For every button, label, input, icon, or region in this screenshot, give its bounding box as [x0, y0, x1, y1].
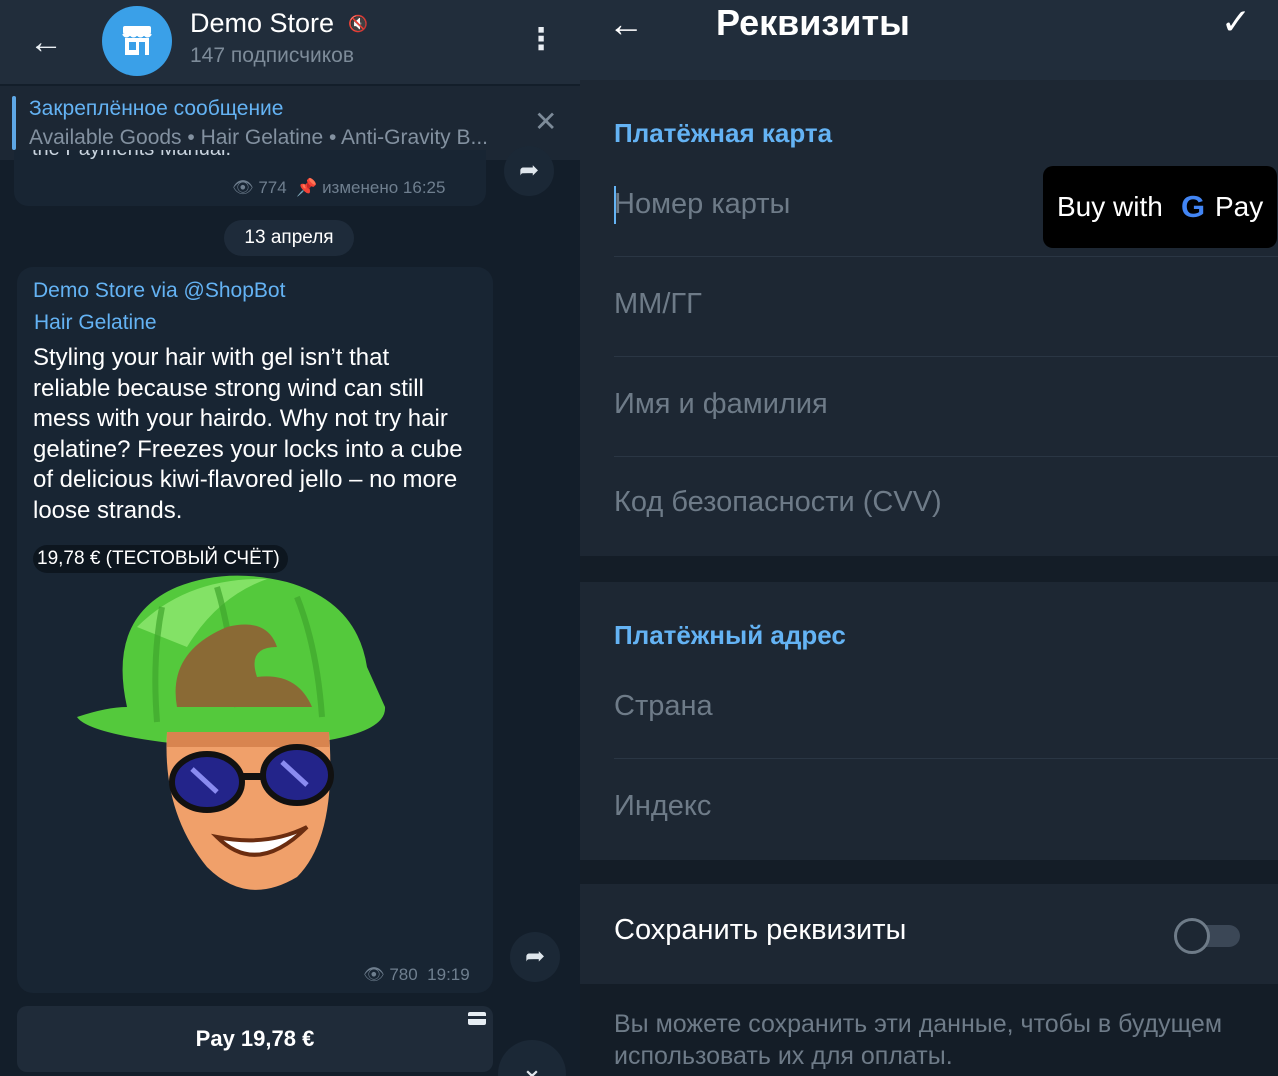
pinned-text: Available Goods • Hair Gelatine • Anti-G…	[29, 126, 489, 149]
payment-form-pane: ← Реквизиты ✓ Платёжная карта Номер карт…	[580, 0, 1278, 1076]
expiry-field[interactable]: ММ/ГГ	[614, 276, 1278, 376]
pinned-indicator	[12, 96, 16, 150]
store-icon	[122, 26, 152, 55]
postcode-field[interactable]: Индекс	[614, 778, 1278, 878]
share-icon[interactable]: ➦	[504, 146, 554, 196]
google-g-icon: G	[1181, 189, 1206, 224]
check-icon[interactable]: ✓	[1214, 0, 1258, 44]
product-title: Hair Gelatine	[34, 311, 157, 334]
divider	[614, 356, 1278, 357]
save-details-hint: Вы можете сохранить эти данные, чтобы в …	[614, 1010, 1223, 1070]
edited-label: изменено 16:25	[322, 178, 446, 197]
previous-message-bubble: the Payments Manual. 👁 774 📌 изменено 16…	[14, 150, 486, 206]
chat-pane: ← Demo Store 🔇 147 подписчиков ⋮ Закрепл…	[0, 0, 580, 1076]
subscriber-count: 147 подписчиков	[190, 44, 355, 67]
channel-name[interactable]: Demo Store	[190, 8, 334, 39]
pin-icon: 📌	[296, 178, 318, 197]
address-section-title: Платёжный адрес	[614, 620, 846, 650]
more-vertical-icon[interactable]: ⋮	[526, 22, 556, 58]
toggle-knob	[1174, 918, 1210, 954]
card-icon	[468, 1012, 486, 1025]
pinned-message-bar[interactable]: Закреплённое сообщение Available Goods •…	[0, 86, 580, 160]
back-arrow-icon[interactable]: ←	[26, 22, 66, 62]
gpay-pay-label: Pay	[1215, 191, 1264, 222]
save-details-toggle[interactable]	[1174, 918, 1242, 954]
save-details-row[interactable]: Сохранить реквизиты	[580, 884, 1278, 984]
mute-icon: 🔇	[348, 16, 368, 33]
product-message-bubble: Demo Store via @ShopBot Hair Gelatine St…	[17, 267, 493, 993]
card-section: Платёжная карта Номер карты ММ/ГГ Имя и …	[580, 80, 1278, 556]
pinned-title: Закреплённое сообщение	[29, 97, 284, 120]
eye-icon: 👁	[232, 178, 254, 197]
save-details-label: Сохранить реквизиты	[614, 914, 907, 946]
cardholder-name-field[interactable]: Имя и фамилия	[614, 376, 1278, 476]
card-section-title: Платёжная карта	[614, 118, 833, 148]
divider	[614, 758, 1278, 759]
product-image	[77, 575, 386, 890]
view-count: 774	[258, 178, 287, 197]
close-icon[interactable]: ✕	[534, 108, 557, 136]
message-time: 19:19	[427, 965, 470, 984]
gpay-buy-label: Buy with	[1057, 191, 1163, 222]
product-message-meta: 👁 780 19:19	[363, 965, 470, 985]
product-description: Styling your hair with gel isn’t that re…	[33, 344, 463, 524]
previous-message-meta: 👁 774 📌 изменено 16:25	[232, 178, 445, 198]
share-icon[interactable]: ➦	[510, 932, 560, 982]
view-count: 780	[389, 965, 418, 984]
previous-message-text: the Payments Manual.	[32, 150, 231, 168]
text-cursor	[614, 186, 616, 224]
pay-button[interactable]: Pay 19,78 €	[17, 1006, 493, 1072]
cvv-field[interactable]: Код безопасности (CVV)	[614, 476, 1278, 576]
divider	[614, 256, 1278, 257]
back-arrow-icon[interactable]: ←	[608, 2, 648, 46]
divider	[614, 456, 1278, 457]
channel-avatar[interactable]	[102, 6, 172, 76]
date-separator: 13 апреля	[224, 220, 354, 256]
form-header: ← Реквизиты ✓	[580, 0, 1278, 80]
eye-icon: 👁	[363, 965, 385, 984]
message-sender[interactable]: Demo Store via @ShopBot	[33, 279, 285, 303]
address-section: Платёжный адрес Страна Индекс	[580, 582, 1278, 860]
price-badge: 19,78 € (ТЕСТОВЫЙ СЧЁТ)	[33, 545, 288, 573]
google-pay-button[interactable]: Buy with G Pay	[1043, 166, 1277, 248]
page-title: Реквизиты	[716, 2, 910, 43]
country-field[interactable]: Страна	[614, 678, 1278, 778]
chat-header: ← Demo Store 🔇 147 подписчиков ⋮	[0, 0, 580, 84]
